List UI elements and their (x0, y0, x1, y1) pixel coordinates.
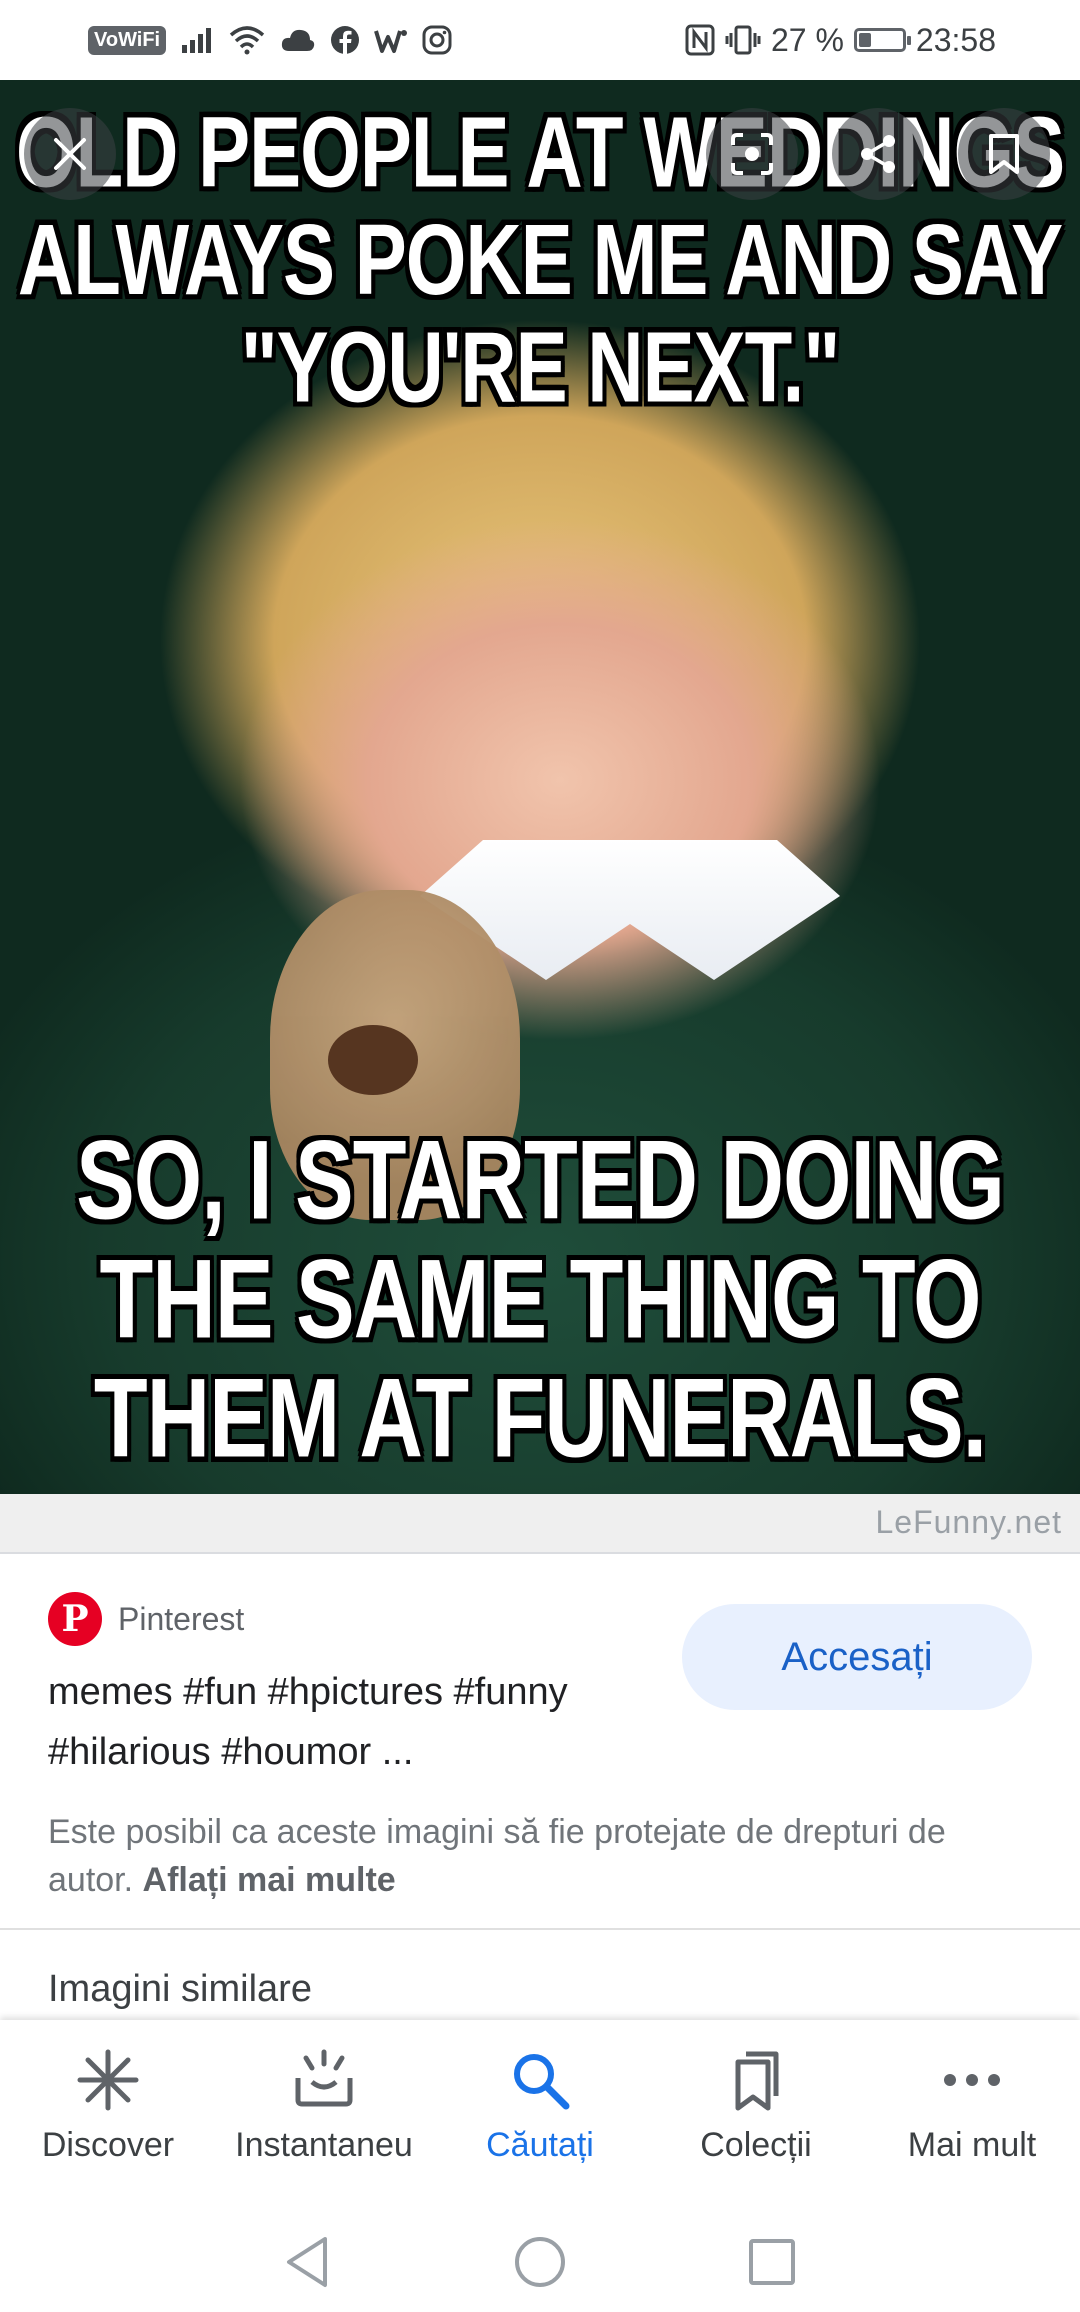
caption-bottom-line: SO, I STARTED DOING (76, 1116, 1005, 1243)
home-button[interactable] (510, 2232, 570, 2292)
watermark: LeFunny.net (875, 1504, 1062, 1540)
snapshot-icon (292, 2048, 356, 2112)
nav-label: Mai mult (907, 2126, 1037, 2164)
copyright-notice: Este posibil ca aceste imagini să fie pr… (48, 1808, 1038, 1904)
caption-bottom-line: THEM AT FUNERALS. (93, 1354, 987, 1481)
nav-label: Discover (41, 2126, 175, 2164)
cloud-icon (281, 29, 315, 51)
lens-icon (731, 133, 773, 175)
close-icon (54, 138, 86, 170)
wifi-icon (229, 26, 265, 55)
status-bar: VoWiFi 27 % 23:58 (0, 0, 1080, 80)
facebook-icon (331, 26, 360, 54)
save-button[interactable] (958, 108, 1050, 200)
similar-images-heading: Imagini similare (48, 1968, 312, 2010)
recents-button[interactable] (742, 2232, 802, 2292)
system-navigation (0, 2210, 1080, 2312)
caption-bottom: SO, I STARTED DOING THE SAME THING TO TH… (0, 1120, 1080, 1477)
pinterest-icon: P (48, 1592, 102, 1646)
nav-label: Colecții (700, 2126, 812, 2164)
more-icon (940, 2048, 1004, 2112)
vibrate-icon (725, 25, 761, 55)
share-icon (861, 135, 895, 173)
caption-top-line: "YOU'RE NEXT." (240, 310, 841, 424)
share-button[interactable] (832, 108, 924, 200)
vowifi-icon: VoWiFi (88, 25, 167, 55)
source-row[interactable]: P Pinterest (48, 1592, 244, 1646)
watermark-bar: LeFunny.net (0, 1494, 1080, 1554)
nav-collections[interactable]: Colecții (648, 2020, 864, 2210)
source-name: Pinterest (118, 1600, 245, 1637)
close-button[interactable] (24, 108, 116, 200)
nav-search[interactable]: Căutați (432, 2020, 648, 2210)
battery-percent: 27 % (770, 21, 844, 58)
caption-top-line: ALWAYS POKE ME AND SAY (17, 202, 1063, 316)
search-icon (508, 2048, 572, 2112)
caption-bottom-line: THE SAME THING TO (99, 1235, 982, 1362)
clock: 23:58 (915, 21, 996, 58)
result-image[interactable]: OLD PEOPLE AT WEDDINGS ALWAYS POKE ME AN… (0, 80, 1080, 1494)
visit-button[interactable]: Accesați (682, 1604, 1032, 1710)
instagram-icon (422, 25, 452, 55)
back-icon (287, 2237, 327, 2287)
nav-label: Instantaneu (235, 2126, 413, 2164)
bottom-navigation: Discover Instantaneu Căutați Colecții Ma… (0, 2020, 1080, 2210)
battery-icon (853, 28, 911, 52)
result-title[interactable]: memes #fun #hpictures #funny #hilarious … (48, 1662, 688, 1782)
signal-icon (182, 28, 212, 53)
webtoon-icon (374, 30, 408, 53)
recents-icon (749, 2239, 795, 2285)
collections-icon (724, 2048, 788, 2112)
bookmark-icon (989, 134, 1019, 174)
nav-label: Căutați (486, 2126, 594, 2164)
nav-snapshot[interactable]: Instantaneu (216, 2020, 432, 2210)
nav-discover[interactable]: Discover (0, 2020, 216, 2210)
back-button[interactable] (278, 2232, 338, 2292)
asterisk-icon (76, 2048, 140, 2112)
lens-button[interactable] (706, 108, 798, 200)
status-left: VoWiFi (88, 18, 452, 62)
nfc-icon (685, 24, 715, 56)
divider (0, 1928, 1080, 1930)
nav-more[interactable]: Mai mult (864, 2020, 1080, 2210)
battery-level (858, 33, 871, 47)
status-right: 27 % 23:58 (685, 18, 996, 62)
home-icon (515, 2237, 565, 2287)
learn-more-link[interactable]: Aflați mai multe (143, 1861, 396, 1899)
